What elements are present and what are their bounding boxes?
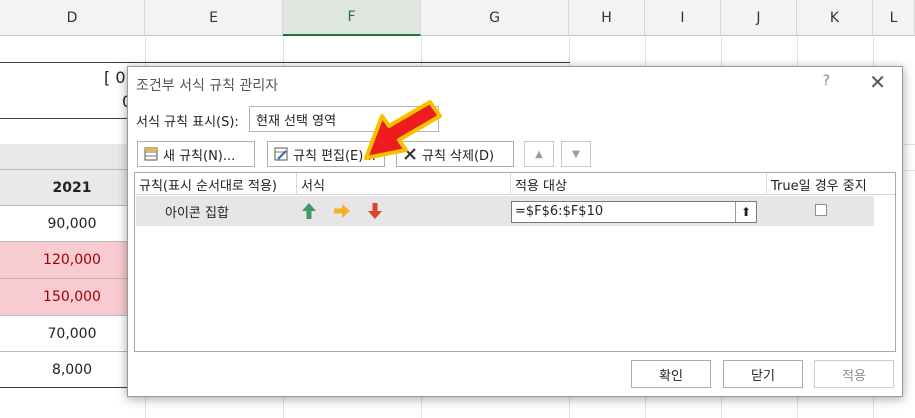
triangle-up-icon: ▲ <box>535 148 543 160</box>
table-border <box>0 118 145 119</box>
applies-to-column-header: 적용 대상 <box>511 173 767 195</box>
format-column-header: 서식 <box>297 173 511 195</box>
table-top-border <box>0 62 570 63</box>
column-header-k[interactable]: K <box>797 0 873 36</box>
close-button[interactable]: 닫기 <box>723 360 803 388</box>
column-label: K <box>829 9 840 26</box>
applies-to-value: =$F$6:$F$10 <box>515 204 604 219</box>
value-cell[interactable]: 70,000 <box>0 316 145 352</box>
apply-button[interactable]: 적용 <box>814 360 894 388</box>
column-header-h[interactable]: H <box>569 0 645 36</box>
rules-list: 규칙(표시 순서대로 적용) 서식 적용 대상 True일 경우 중지 아이콘 … <box>134 172 896 352</box>
header-band-cell[interactable] <box>0 144 145 170</box>
column-header-f[interactable]: F <box>283 0 421 36</box>
column-header-j[interactable]: J <box>721 0 797 36</box>
column-label: E <box>209 9 218 26</box>
column-label: F <box>347 9 356 25</box>
value-cell-highlighted[interactable]: 150,000 <box>0 279 145 316</box>
rule-row[interactable] <box>136 196 874 226</box>
close-icon[interactable]: ✕ <box>869 70 886 94</box>
column-header-d[interactable]: D <box>0 0 145 36</box>
stop-if-true-column-header: True일 경우 중지 <box>767 173 895 195</box>
column-header-e[interactable]: E <box>145 0 283 36</box>
column-header-i[interactable]: I <box>645 0 721 36</box>
applies-to-input[interactable]: =$F$6:$F$10 ⬆ <box>511 201 757 223</box>
value-text: 150,000 <box>43 289 101 305</box>
collapse-dialog-button[interactable]: ⬆ <box>735 202 756 222</box>
ok-button[interactable]: 확인 <box>631 360 711 388</box>
red-down-arrow-icon <box>368 203 382 219</box>
show-rules-value: 현재 선택 영역 <box>256 114 337 129</box>
new-rule-label: 새 규칙(N)... <box>163 148 236 164</box>
column-label: J <box>756 9 761 26</box>
stop-if-true-checkbox[interactable] <box>815 204 827 216</box>
green-up-arrow-icon <box>302 203 316 219</box>
edit-rule-icon <box>274 147 288 161</box>
new-rule-button[interactable]: 새 규칙(N)... <box>137 141 255 167</box>
move-down-button[interactable]: ▼ <box>561 141 591 167</box>
new-rule-icon <box>144 147 158 161</box>
value-cell[interactable]: 8,000 <box>0 352 145 388</box>
value-cell[interactable]: 90,000 <box>0 206 145 242</box>
column-label: D <box>66 9 78 26</box>
partial-title-text: [ 0 <box>104 68 126 87</box>
value-text: 90,000 <box>47 215 97 232</box>
rule-name: 아이콘 집합 <box>165 206 229 221</box>
triangle-down-icon: ▼ <box>572 148 580 160</box>
year-header-cell[interactable]: 2021 <box>0 170 145 206</box>
red-pointer-arrow <box>364 100 442 160</box>
column-label: G <box>489 9 500 26</box>
conditional-formatting-rules-manager-dialog: 조건부 서식 규칙 관리자 ? ✕ 서식 규칙 표시(S): 현재 선택 영역 … <box>127 66 903 397</box>
show-rules-label: 서식 규칙 표시(S): <box>136 115 239 130</box>
rule-column-header: 규칙(표시 순서대로 적용) <box>135 173 297 195</box>
dialog-title: 조건부 서식 규칙 관리자 <box>136 78 279 94</box>
upload-arrow-icon: ⬆ <box>740 205 752 219</box>
column-header-l[interactable]: L <box>873 0 915 36</box>
year-header-text: 2021 <box>52 179 92 196</box>
value-text: 120,000 <box>43 252 101 268</box>
value-cell-highlighted[interactable]: 120,000 <box>0 242 145 279</box>
move-up-button[interactable]: ▲ <box>524 141 554 167</box>
yellow-right-arrow-icon <box>334 204 350 218</box>
value-text: 8,000 <box>51 361 93 378</box>
help-button[interactable]: ? <box>823 73 830 89</box>
column-label: H <box>601 9 612 26</box>
column-label: L <box>889 9 898 26</box>
value-text: 70,000 <box>47 325 97 342</box>
column-label: I <box>680 9 685 26</box>
column-header-g[interactable]: G <box>421 0 569 36</box>
